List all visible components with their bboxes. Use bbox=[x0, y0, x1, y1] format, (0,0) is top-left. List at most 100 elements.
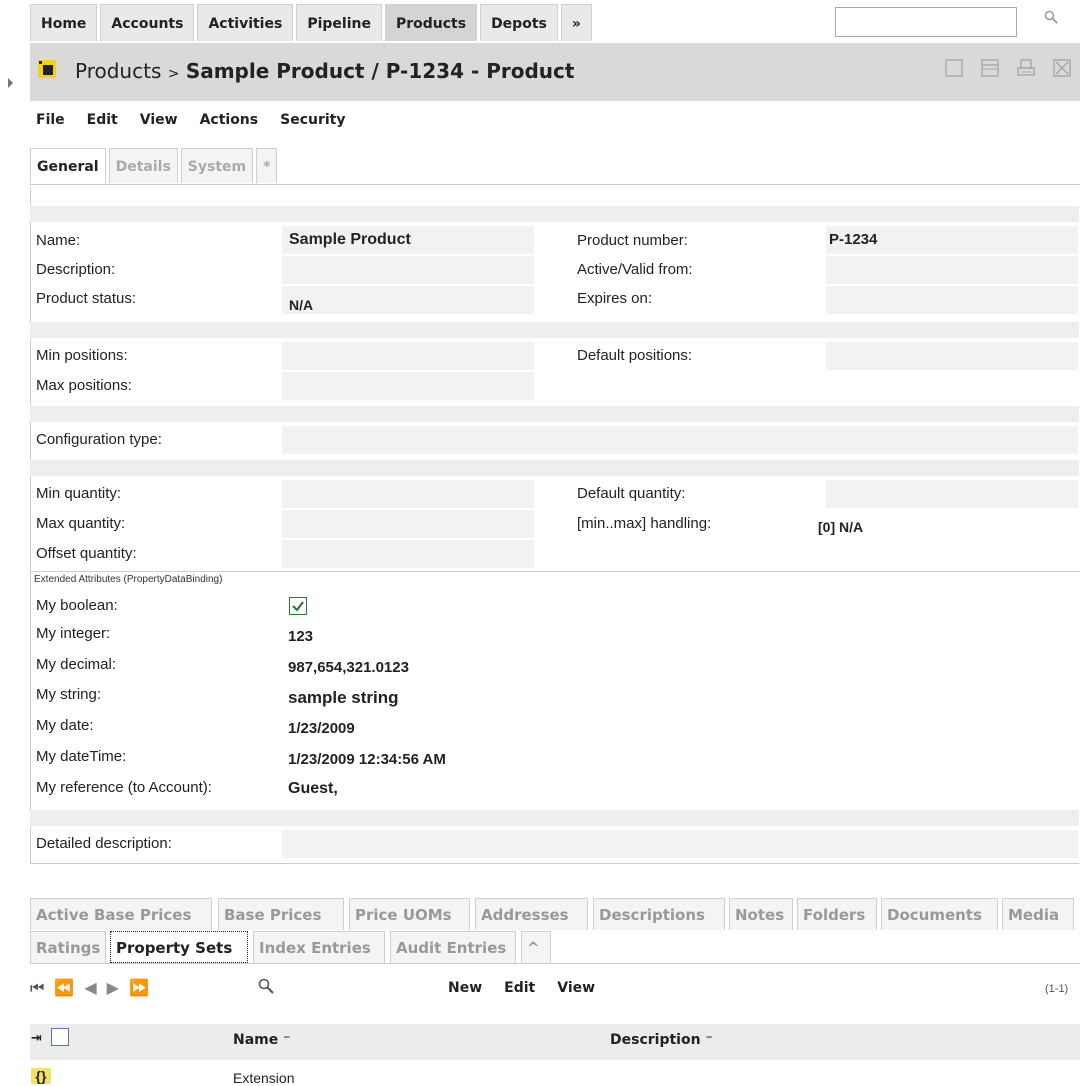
breadcrumb[interactable]: Products bbox=[75, 59, 161, 83]
min-quantity-label: Min quantity: bbox=[36, 485, 122, 502]
my-boolean-label: My boolean: bbox=[36, 597, 118, 614]
tab-addresses[interactable]: Addresses bbox=[475, 898, 588, 930]
extended-attributes-label: Extended Attributes (PropertyDataBinding… bbox=[34, 574, 223, 585]
tab-general[interactable]: General bbox=[30, 148, 106, 183]
min-quantity-field bbox=[282, 480, 534, 508]
name-value: Sample Product bbox=[289, 231, 411, 248]
offset-quantity-field bbox=[282, 540, 534, 568]
sidebar-toggle-icon[interactable] bbox=[8, 78, 13, 88]
description-label: Description: bbox=[36, 261, 116, 278]
grid-view-button[interactable]: View bbox=[557, 980, 595, 996]
configuration-type-field bbox=[282, 426, 1078, 454]
table-row-name[interactable]: Extension bbox=[233, 1070, 294, 1086]
tab-details[interactable]: Details bbox=[108, 148, 178, 183]
page-title: Products > Sample Product / P-1234 - Pro… bbox=[75, 59, 574, 83]
close-icon[interactable] bbox=[1052, 58, 1072, 78]
object-title: Sample Product / P-1234 - Product bbox=[185, 59, 575, 83]
product-number-value: P-1234 bbox=[829, 231, 878, 248]
pager: ⏮⏪◀▶⏩ bbox=[30, 978, 159, 998]
nav-tab-accounts[interactable]: Accounts bbox=[100, 4, 195, 41]
tab-property-sets[interactable]: Property Sets bbox=[110, 931, 248, 963]
product-icon bbox=[38, 60, 56, 78]
tab-notes[interactable]: Notes bbox=[729, 898, 793, 930]
search-icon[interactable] bbox=[1044, 10, 1058, 24]
search-input[interactable] bbox=[835, 7, 1017, 37]
max-positions-field bbox=[282, 372, 534, 400]
tab-base-prices[interactable]: Base Prices bbox=[218, 898, 344, 930]
grid-new-button[interactable]: New bbox=[448, 980, 482, 996]
tab-audit-entries[interactable]: Audit Entries bbox=[390, 931, 516, 963]
product-status-value: N/A bbox=[289, 297, 314, 313]
nav-tab-home[interactable]: Home bbox=[30, 4, 98, 41]
tab-collapse[interactable]: ^ bbox=[521, 931, 551, 963]
expires-label: Expires on: bbox=[577, 290, 653, 307]
section-separator bbox=[30, 460, 1079, 476]
tab-documents[interactable]: Documents bbox=[881, 898, 998, 930]
my-boolean-checkbox[interactable] bbox=[289, 597, 307, 615]
tab-ratings[interactable]: Ratings bbox=[30, 931, 106, 963]
tab-media[interactable]: Media bbox=[1002, 898, 1074, 930]
column-header-name[interactable]: Name ⁻ bbox=[233, 1032, 291, 1048]
nav-tab-depots[interactable]: Depots bbox=[480, 4, 558, 41]
layout-icon[interactable] bbox=[980, 58, 1000, 78]
tab-price-uoms[interactable]: Price UOMs bbox=[349, 898, 470, 930]
tab-active-base-prices[interactable]: Active Base Prices bbox=[30, 898, 212, 930]
select-all-checkbox[interactable] bbox=[51, 1028, 69, 1046]
grid-edit-button[interactable]: Edit bbox=[504, 980, 535, 996]
tab-all[interactable]: * bbox=[256, 148, 278, 183]
column-resize-icon[interactable]: ⇥ bbox=[31, 1030, 42, 1046]
maximize-icon[interactable] bbox=[944, 58, 964, 78]
grid-search-icon[interactable] bbox=[258, 978, 274, 994]
name-label: Name: bbox=[36, 232, 81, 249]
section-separator bbox=[30, 810, 1079, 826]
description-field bbox=[282, 256, 534, 284]
menu-security[interactable]: Security bbox=[280, 112, 345, 128]
my-reference-label: My reference (to Account): bbox=[36, 779, 212, 796]
expires-field bbox=[826, 286, 1078, 314]
product-number-label: Product number: bbox=[577, 232, 688, 249]
prev-page-icon[interactable]: ◀ bbox=[84, 978, 106, 997]
breadcrumb-separator: > bbox=[167, 66, 180, 82]
last-page-icon[interactable]: ⏩ bbox=[129, 978, 159, 997]
tab-system[interactable]: System bbox=[180, 148, 254, 183]
tab-index-entries[interactable]: Index Entries bbox=[253, 931, 385, 963]
nav-tab-products[interactable]: Products bbox=[384, 4, 478, 41]
tabs-divider bbox=[30, 963, 1080, 964]
row-range: (1-1) bbox=[1045, 983, 1069, 995]
sort-icon[interactable]: ⁻ bbox=[283, 1032, 290, 1048]
my-decimal-value: 987,654,321.0123 bbox=[288, 659, 409, 676]
nav-tab-more[interactable]: » bbox=[560, 4, 592, 41]
tab-folders[interactable]: Folders bbox=[797, 898, 877, 930]
default-positions-field bbox=[826, 342, 1078, 370]
max-positions-label: Max positions: bbox=[36, 377, 132, 394]
menu-bar: File Edit View Actions Security bbox=[36, 112, 345, 128]
default-positions-label: Default positions: bbox=[577, 347, 693, 364]
nav-tab-activities[interactable]: Activities bbox=[197, 4, 294, 41]
menu-view[interactable]: View bbox=[140, 112, 178, 128]
max-quantity-label: Max quantity: bbox=[36, 515, 126, 532]
menu-file[interactable]: File bbox=[36, 112, 65, 128]
default-quantity-field bbox=[826, 480, 1078, 508]
product-status-label: Product status: bbox=[36, 290, 137, 307]
column-header-description[interactable]: Description ⁻ bbox=[610, 1032, 713, 1048]
menu-edit[interactable]: Edit bbox=[87, 112, 118, 128]
tab-descriptions[interactable]: Descriptions bbox=[593, 898, 725, 930]
my-datetime-value: 1/23/2009 12:34:56 AM bbox=[288, 751, 446, 768]
column-name-label: Name bbox=[233, 1032, 279, 1048]
property-set-icon[interactable]: {} bbox=[31, 1068, 51, 1084]
nav-tab-pipeline[interactable]: Pipeline bbox=[296, 4, 382, 41]
print-icon[interactable] bbox=[1016, 58, 1036, 78]
prev-fast-icon[interactable]: ⏪ bbox=[54, 978, 84, 997]
first-page-icon[interactable]: ⏮ bbox=[30, 978, 54, 997]
grid-header bbox=[30, 1024, 1080, 1060]
menu-actions[interactable]: Actions bbox=[200, 112, 259, 128]
my-date-value: 1/23/2009 bbox=[288, 720, 355, 737]
detailed-description-label: Detailed description: bbox=[36, 835, 172, 852]
active-from-field bbox=[826, 256, 1078, 284]
sort-icon[interactable]: ⁻ bbox=[705, 1032, 712, 1048]
my-reference-link[interactable]: Guest, bbox=[288, 780, 338, 798]
title-bar: Products > Sample Product / P-1234 - Pro… bbox=[30, 43, 1080, 101]
top-nav: Home Accounts Activities Pipeline Produc… bbox=[30, 4, 592, 42]
grid-menu: New Edit View bbox=[448, 980, 595, 996]
next-page-icon[interactable]: ▶ bbox=[107, 978, 129, 997]
